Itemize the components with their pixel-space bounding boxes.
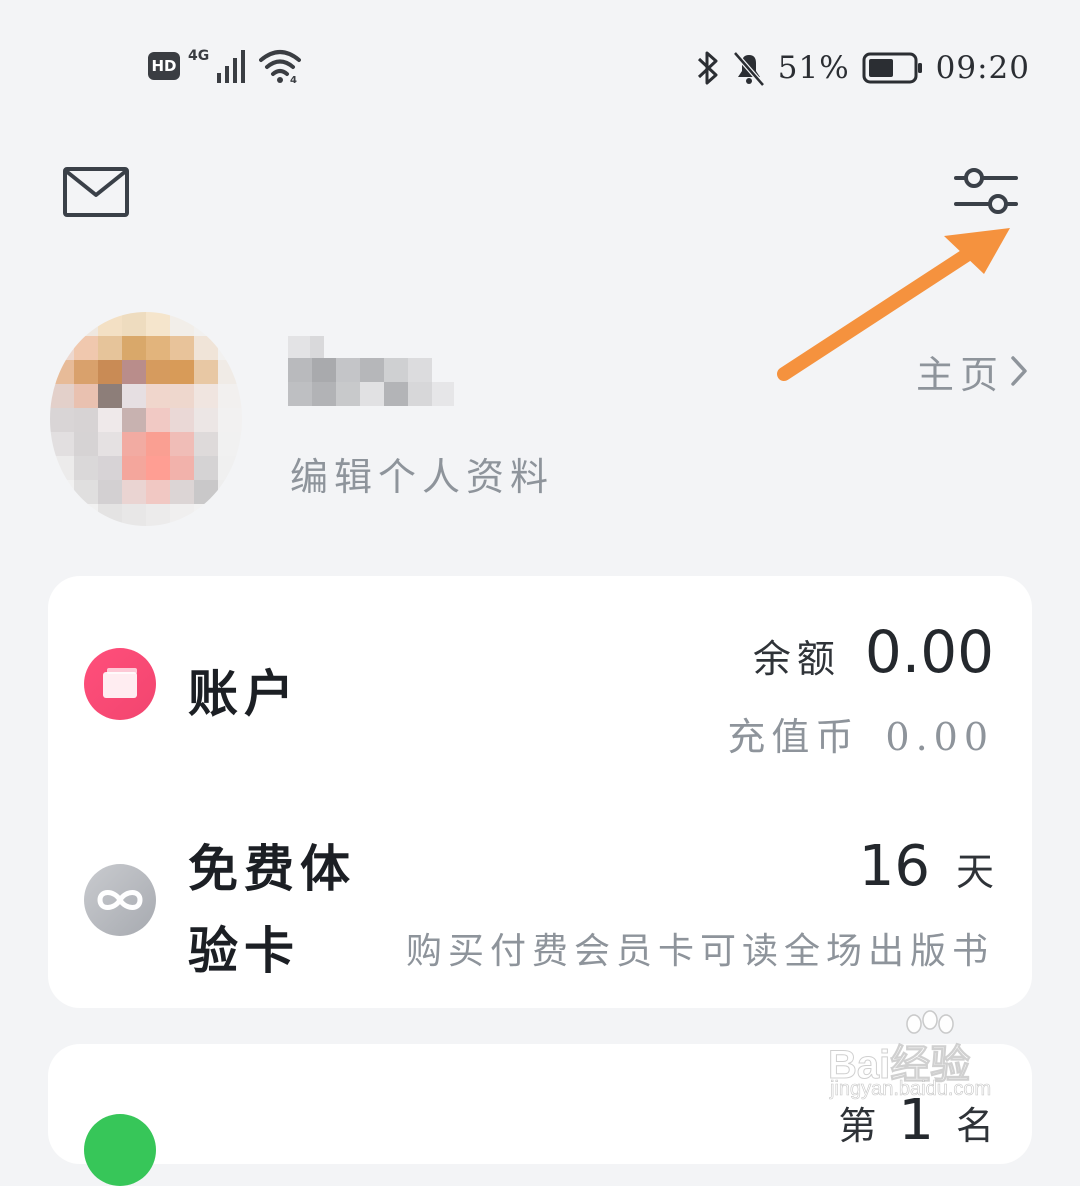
home-link-label: 主页: [915, 352, 1004, 397]
coin-line: 充值币 0.00: [727, 706, 994, 761]
balance-value: 0.00: [864, 618, 994, 686]
trial-description: 购买付费会员卡可读全场出版书: [405, 931, 994, 972]
rank-card[interactable]: 第 1 名: [48, 1044, 1032, 1186]
coin-label: 充值币: [727, 715, 860, 759]
nickname-mosaic: [288, 336, 454, 406]
wallet-icon: [84, 648, 156, 720]
avatar-mosaic: [50, 312, 242, 526]
battery-percent: 51%: [777, 50, 850, 86]
chevron-right-icon: [1011, 356, 1027, 386]
settings-button[interactable]: [952, 164, 1020, 222]
rank-line: 第 1 名: [838, 1088, 994, 1153]
days-value: 16: [858, 834, 930, 899]
clock: 09:20: [935, 50, 1030, 86]
avatar[interactable]: [50, 312, 242, 526]
status-bar-left: HD 4G 4: [148, 46, 302, 86]
hd-badge: HD: [148, 52, 180, 80]
bell-muted-icon: [732, 51, 765, 87]
wifi-icon: 4: [259, 50, 302, 84]
days-unit: 天: [955, 850, 994, 894]
mail-button[interactable]: [62, 166, 130, 218]
account-title: 账户: [188, 664, 300, 723]
rank-prefix: 第: [838, 1104, 877, 1148]
balance-line: 余额 0.00: [753, 618, 994, 686]
mail-icon: [63, 167, 129, 217]
coin-value: 0.00: [885, 715, 994, 759]
svg-text:4: 4: [290, 75, 297, 84]
infinity-icon: [84, 864, 156, 936]
rank-suffix: 名: [955, 1104, 994, 1148]
rank-icon: [84, 1114, 156, 1186]
rank-value: 1: [898, 1088, 934, 1153]
balance-label: 余额: [752, 637, 841, 681]
signal-icon: [217, 50, 246, 83]
network-type: 4G: [188, 48, 210, 64]
trial-title: 免费体验卡: [188, 839, 356, 980]
bluetooth-icon: [697, 51, 718, 85]
status-bar: HD 4G 4 51% 09:20: [0, 0, 1080, 130]
status-bar-right: 51% 09:20: [696, 44, 1030, 92]
account-card: 账户 余额 0.00 充值币 0.00 免费体验卡 16 天 购买付费会员卡可读…: [48, 576, 1032, 1008]
home-link[interactable]: 主页: [915, 346, 1028, 397]
settings-sliders-icon: [954, 168, 1018, 214]
edit-profile-link[interactable]: 编辑个人资料: [290, 446, 554, 501]
days-line: 16 天: [859, 834, 994, 899]
battery-icon: [862, 52, 922, 84]
